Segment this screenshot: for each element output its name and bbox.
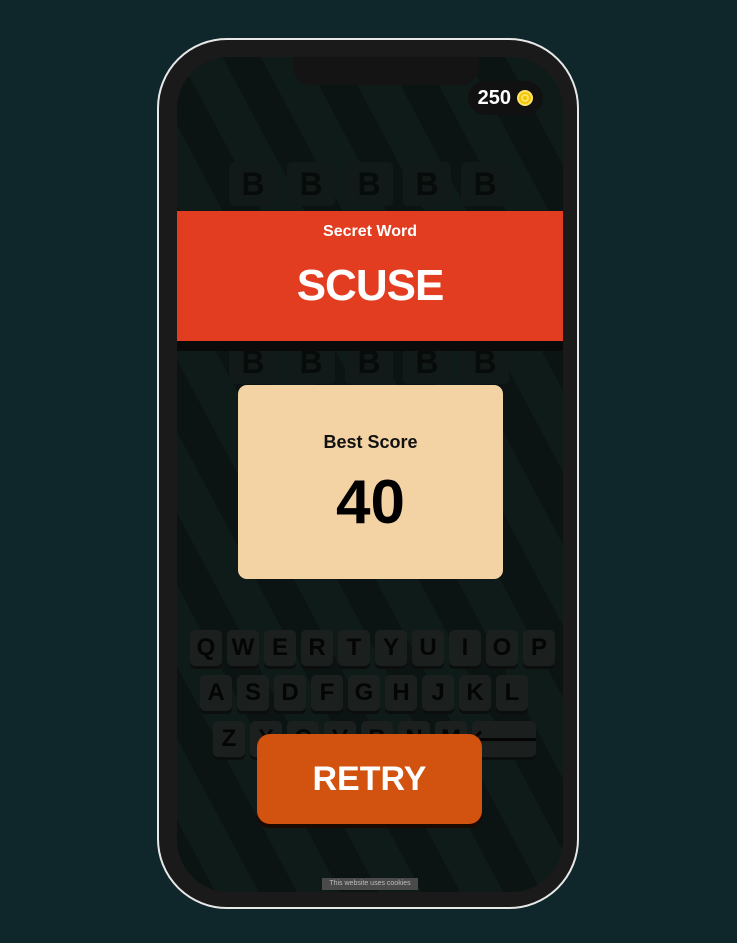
cookie-notice[interactable]: This website uses cookies xyxy=(322,878,418,890)
letter-tile: B xyxy=(461,162,509,206)
key[interactable]: Z xyxy=(213,721,245,757)
letter-tile: B xyxy=(345,340,393,384)
letter-tile: B xyxy=(287,162,335,206)
coin-count: 250 xyxy=(477,86,511,109)
key[interactable]: P xyxy=(523,630,555,666)
phone-frame: 250 B B B B B B B B B B Secret Word SCUS… xyxy=(157,38,579,909)
key[interactable]: W xyxy=(227,630,259,666)
key[interactable]: S xyxy=(237,675,269,711)
letter-tile: B xyxy=(287,340,335,384)
key[interactable]: D xyxy=(274,675,306,711)
key[interactable]: G xyxy=(348,675,380,711)
keyboard-row: Q W E R T Y U I O P xyxy=(190,630,555,666)
key[interactable]: J xyxy=(422,675,454,711)
best-score-card: Best Score 40 xyxy=(238,385,503,579)
key[interactable]: Q xyxy=(190,630,222,666)
letter-tile: B xyxy=(403,340,451,384)
key[interactable]: F xyxy=(311,675,343,711)
keyboard-row: A S D F G H J K L xyxy=(200,675,528,711)
letter-tile-row: B B B B B xyxy=(229,162,509,206)
key[interactable]: T xyxy=(338,630,370,666)
letter-tile: B xyxy=(461,340,509,384)
key[interactable]: I xyxy=(449,630,481,666)
letter-tile-row: B B B B B xyxy=(229,340,509,384)
coin-balance: 250 xyxy=(467,81,543,115)
phone-notch xyxy=(293,57,479,85)
letter-tile: B xyxy=(403,162,451,206)
game-screen: 250 B B B B B B B B B B Secret Word SCUS… xyxy=(177,57,563,892)
key[interactable]: E xyxy=(264,630,296,666)
key[interactable]: L xyxy=(496,675,528,711)
letter-tile: B xyxy=(229,162,277,206)
best-score-label: Best Score xyxy=(323,432,418,452)
coin-icon xyxy=(517,90,533,106)
best-score-value: 40 xyxy=(336,468,405,537)
app-stage: 250 B B B B B B B B B B Secret Word SCUS… xyxy=(0,0,737,943)
secret-word-banner: Secret Word SCUSE xyxy=(177,211,563,341)
secret-word: SCUSE xyxy=(296,261,445,310)
key[interactable]: H xyxy=(385,675,417,711)
key[interactable]: Y xyxy=(375,630,407,666)
letter-tile: B xyxy=(229,340,277,384)
key[interactable]: A xyxy=(200,675,232,711)
secret-word-label: Secret Word xyxy=(323,223,417,240)
key[interactable]: U xyxy=(412,630,444,666)
key[interactable]: O xyxy=(486,630,518,666)
letter-tile: B xyxy=(345,162,393,206)
key[interactable]: K xyxy=(459,675,491,711)
retry-button[interactable]: RETRY xyxy=(257,734,482,824)
key[interactable]: R xyxy=(301,630,333,666)
